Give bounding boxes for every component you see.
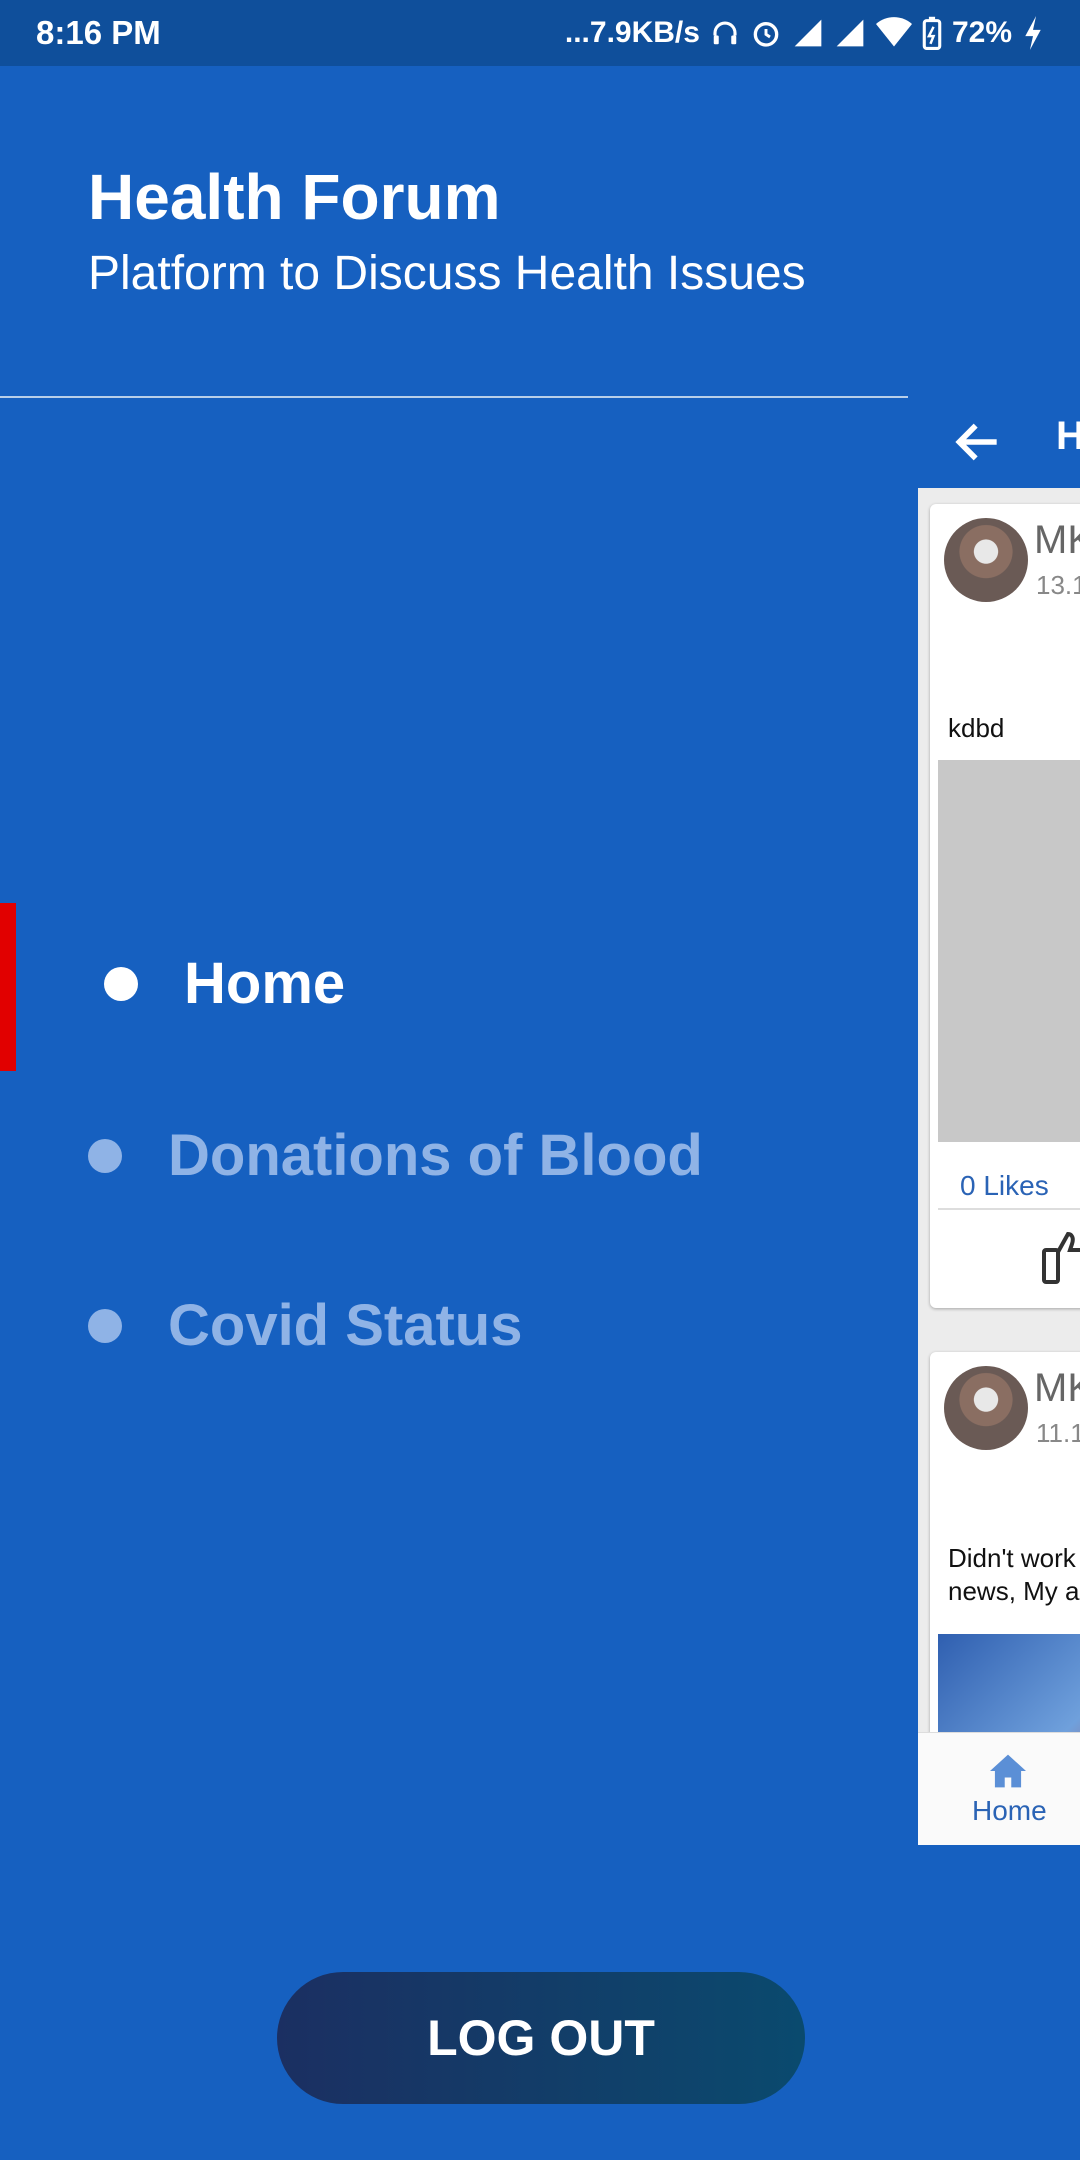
drawer-header: Health Forum Platform to Discuss Health … xyxy=(88,160,806,301)
active-menu-indicator xyxy=(0,903,16,1071)
menu-item-covid-status[interactable]: Covid Status xyxy=(88,1292,523,1359)
post-image xyxy=(938,760,1080,1142)
post-username: MK xyxy=(1034,1366,1080,1410)
app-title: Health Forum xyxy=(88,161,501,233)
menu-item-home[interactable]: Home xyxy=(104,950,345,1017)
avatar xyxy=(944,1366,1028,1450)
app-subtitle: Platform to Discuss Health Issues xyxy=(88,247,806,300)
bottom-navigation: Home xyxy=(918,1732,1080,1845)
header-divider xyxy=(0,396,908,398)
menu-item-label: Home xyxy=(184,951,346,1016)
network-speed: ...7.9KB/s xyxy=(564,16,700,49)
alarm-icon xyxy=(750,17,782,49)
menu-item-donations-of-blood[interactable]: Donations of Blood xyxy=(88,1122,703,1189)
battery-icon xyxy=(922,16,942,50)
bottom-nav-home-label[interactable]: Home xyxy=(972,1795,1047,1827)
wifi-icon xyxy=(875,17,912,49)
menu-item-label: Donations of Blood xyxy=(168,1123,703,1188)
post-date: 13.1 xyxy=(1036,570,1080,600)
signal-icon xyxy=(834,17,866,49)
main-toolbar: H xyxy=(908,396,1080,488)
home-icon[interactable] xyxy=(988,1753,1028,1794)
back-arrow-icon[interactable] xyxy=(950,414,1006,475)
battery-percent: 72% xyxy=(951,16,1012,49)
bullet-icon xyxy=(88,1308,122,1343)
status-icons: ...7.9KB/s 72% xyxy=(565,16,1044,50)
post-username: MK xyxy=(1034,518,1080,562)
charging-icon xyxy=(1022,16,1044,50)
likes-count: 0 Likes xyxy=(960,1170,1049,1201)
signal-icon xyxy=(792,17,824,49)
post-card[interactable]: MK 13.1 kdbd 0 Likes xyxy=(930,504,1080,1308)
status-time: 8:16 PM xyxy=(36,14,161,51)
status-bar: 8:16 PM ...7.9KB/s 72% xyxy=(0,0,1080,66)
post-text: kdbd xyxy=(948,713,1005,743)
post-feed: MK 13.1 kdbd 0 Likes MK 11.1 Didn't work… xyxy=(918,488,1080,1844)
thumbs-up-icon[interactable] xyxy=(1042,1226,1080,1291)
post-text: Didn't work news, My a xyxy=(948,1543,1080,1606)
card-divider xyxy=(938,1208,1080,1210)
toolbar-title: H xyxy=(1056,414,1080,458)
post-date: 11.1 xyxy=(1036,1418,1080,1448)
headset-icon xyxy=(710,18,740,48)
logout-button[interactable]: LOG OUT xyxy=(277,1972,805,2104)
bullet-icon xyxy=(88,1138,122,1173)
menu-item-label: Covid Status xyxy=(168,1293,523,1358)
avatar xyxy=(944,518,1028,602)
bullet-icon xyxy=(104,966,138,1001)
